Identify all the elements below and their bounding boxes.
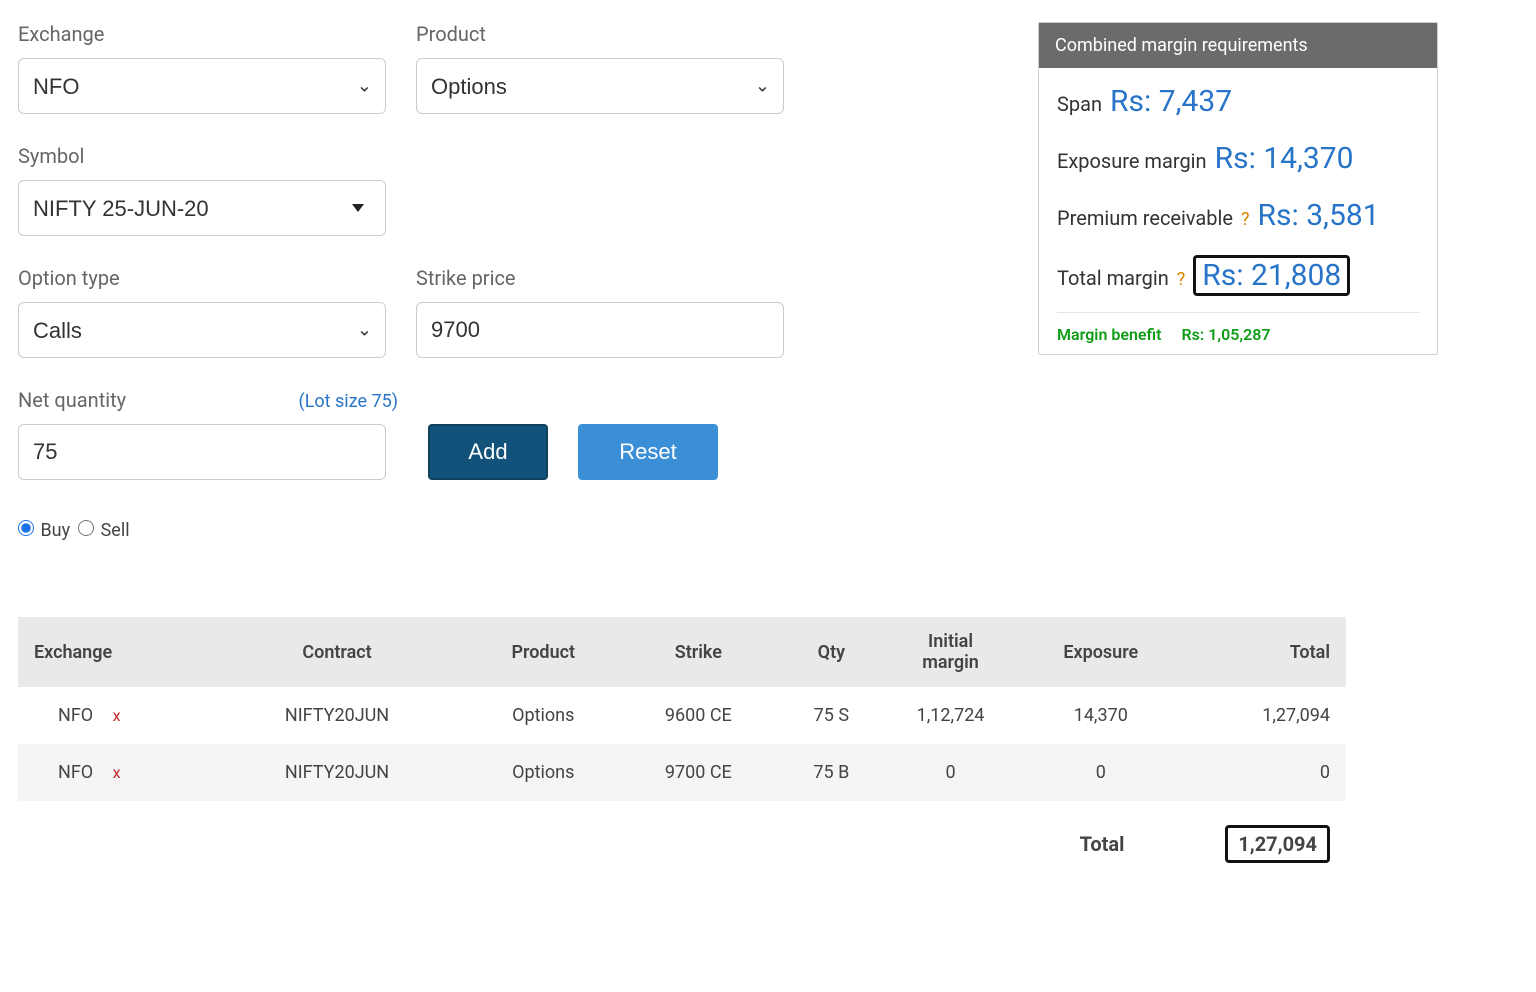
cell-product: Options	[467, 687, 619, 744]
radio-sell-label: Sell	[101, 520, 130, 541]
th-initial: Initial margin	[886, 617, 1016, 687]
summary-total-value: Rs: 21,808	[1202, 258, 1341, 293]
cell-qty: 75 S	[777, 687, 885, 744]
field-strike-price: Strike price	[416, 266, 784, 358]
summary-exposure-label: Exposure margin	[1057, 149, 1207, 173]
th-contract: Contract	[207, 617, 467, 687]
summary-total-label: Total margin	[1057, 266, 1169, 290]
label-symbol: Symbol	[18, 144, 386, 168]
field-net-qty: Net quantity (Lot size 75)	[18, 388, 398, 480]
positions-table: Exchange Contract Product Strike Qty Ini…	[18, 617, 1346, 801]
radio-buy[interactable]	[18, 520, 34, 536]
cell-qty: 75 B	[777, 744, 885, 801]
cell-strike: 9600 CE	[619, 687, 777, 744]
th-exchange: Exchange	[18, 617, 207, 687]
summary-total-row: Total margin ? Rs: 21,808	[1057, 255, 1419, 296]
delete-row-icon[interactable]: x	[107, 763, 121, 782]
side-radio-group: Buy Sell	[18, 520, 888, 541]
cell-initial: 1,12,724	[886, 687, 1016, 744]
cell-product: Options	[467, 744, 619, 801]
select-symbol[interactable]: NIFTY 25-JUN-20	[18, 180, 386, 236]
summary-span-value: Rs: 7,437	[1110, 84, 1232, 119]
summary-premium-row: Premium receivable ? Rs: 3,581	[1057, 198, 1419, 233]
add-button[interactable]: Add	[428, 424, 548, 480]
cell-strike: 9700 CE	[619, 744, 777, 801]
select-exchange[interactable]: NFO	[18, 58, 386, 114]
table-total-label: Total	[1028, 807, 1176, 881]
cell-exchange: NFO	[58, 705, 93, 726]
table-total-row: Total 1,27,094	[18, 807, 1346, 881]
table-total-value: 1,27,094	[1225, 825, 1330, 863]
summary-premium-value: Rs: 3,581	[1258, 198, 1380, 233]
summary-span-label: Span	[1057, 92, 1102, 116]
radio-sell-wrap[interactable]: Sell	[78, 520, 129, 541]
label-product: Product	[416, 22, 784, 46]
radio-sell[interactable]	[78, 520, 94, 536]
th-exposure: Exposure	[1016, 617, 1186, 687]
summary-exposure-value: Rs: 14,370	[1215, 141, 1354, 176]
order-form: Exchange NFO ⌄ Product Options ⌄	[18, 22, 888, 541]
th-qty: Qty	[777, 617, 885, 687]
cell-exposure: 14,370	[1016, 687, 1186, 744]
table-row: NFO xNIFTY20JUNOptions9700 CE75 B000	[18, 744, 1346, 801]
margin-summary-header: Combined margin requirements	[1039, 23, 1437, 68]
cell-total: 1,27,094	[1186, 687, 1346, 744]
input-net-qty[interactable]	[18, 424, 386, 480]
margin-summary-card: Combined margin requirements Span Rs: 7,…	[1038, 22, 1438, 355]
select-product[interactable]: Options	[416, 58, 784, 114]
cell-contract: NIFTY20JUN	[207, 687, 467, 744]
cell-total: 0	[1186, 744, 1346, 801]
field-product: Product Options ⌄	[416, 22, 784, 114]
lot-size-hint: (Lot size 75)	[299, 391, 398, 412]
label-exchange: Exchange	[18, 22, 386, 46]
th-product: Product	[467, 617, 619, 687]
table-header-row: Exchange Contract Product Strike Qty Ini…	[18, 617, 1346, 687]
cell-exchange: NFO	[58, 762, 93, 783]
summary-benefit-row: Margin benefit Rs: 1,05,287	[1057, 312, 1419, 344]
summary-span-row: Span Rs: 7,437	[1057, 84, 1419, 119]
label-net-qty: Net quantity	[18, 388, 126, 412]
field-option-type: Option type Calls ⌄	[18, 266, 386, 358]
summary-exposure-row: Exposure margin Rs: 14,370	[1057, 141, 1419, 176]
table-row: NFO x NIFTY20JUNOptions9600 CE75 S1,12,72…	[18, 687, 1346, 744]
th-total: Total	[1186, 617, 1346, 687]
cell-initial: 0	[886, 744, 1016, 801]
field-symbol: Symbol NIFTY 25-JUN-20	[18, 144, 386, 236]
help-icon[interactable]: ?	[1241, 209, 1250, 230]
delete-row-icon[interactable]: x	[107, 706, 121, 725]
summary-premium-label: Premium receivable	[1057, 206, 1233, 230]
select-option-type[interactable]: Calls	[18, 302, 386, 358]
summary-benefit-value: Rs: 1,05,287	[1181, 325, 1270, 344]
radio-buy-wrap[interactable]: Buy	[18, 520, 70, 541]
th-strike: Strike	[619, 617, 777, 687]
reset-button[interactable]: Reset	[578, 424, 718, 480]
summary-benefit-label: Margin benefit	[1057, 325, 1161, 344]
field-exchange: Exchange NFO ⌄	[18, 22, 386, 114]
help-icon[interactable]: ?	[1177, 269, 1186, 290]
input-strike-price[interactable]	[416, 302, 784, 358]
positions-table-wrap: Exchange Contract Product Strike Qty Ini…	[18, 617, 1346, 881]
cell-contract: NIFTY20JUN	[207, 744, 467, 801]
radio-buy-label: Buy	[40, 520, 70, 541]
label-strike-price: Strike price	[416, 266, 784, 290]
cell-exposure: 0	[1016, 744, 1186, 801]
label-option-type: Option type	[18, 266, 386, 290]
